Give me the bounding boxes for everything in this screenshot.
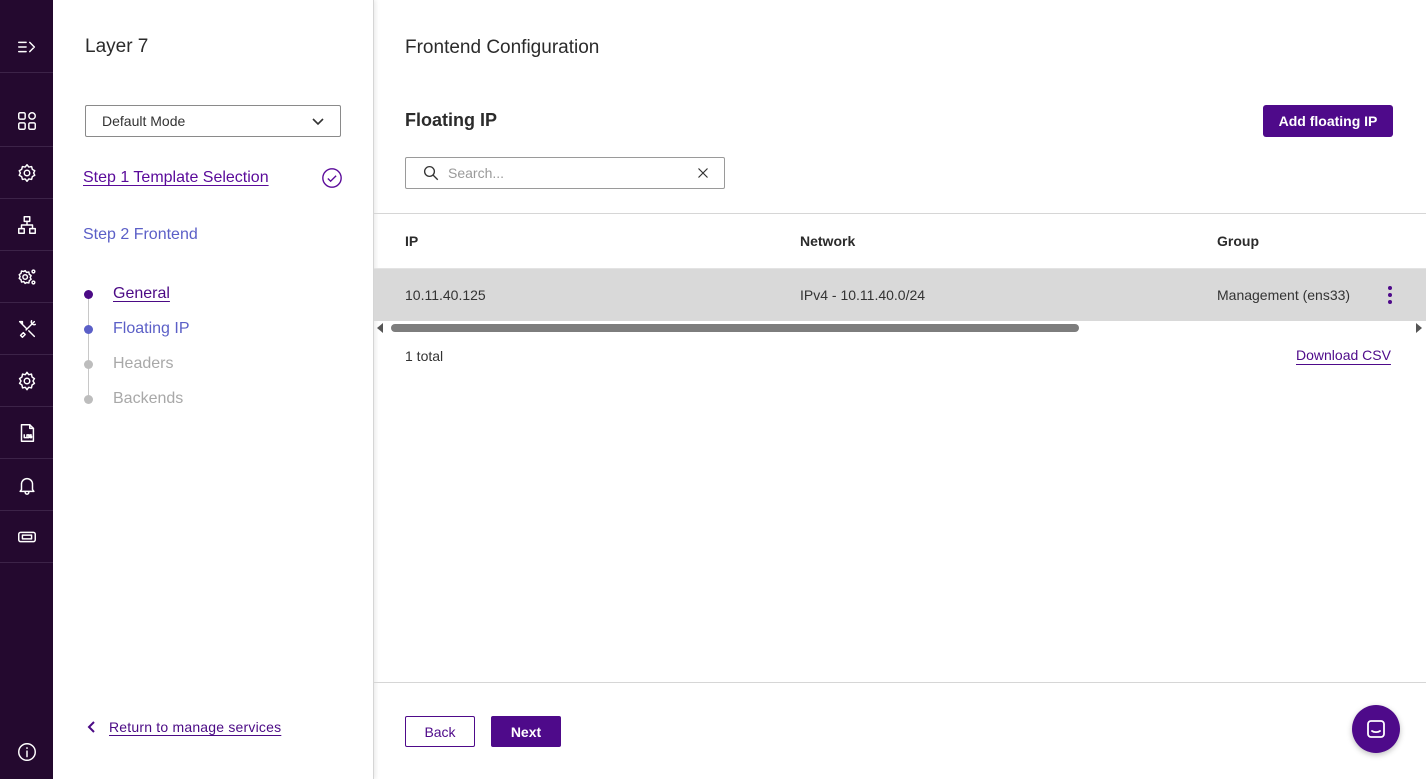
return-link-label: Return to manage services [109, 719, 282, 735]
network-icon[interactable] [0, 199, 53, 251]
bell-icon[interactable] [0, 459, 53, 511]
page-title: Frontend Configuration [405, 37, 600, 58]
mode-select-value: Default Mode [102, 113, 186, 129]
tools-icon[interactable] [0, 303, 53, 355]
horizontal-scrollbar[interactable] [374, 320, 1426, 336]
dashboard-icon[interactable] [0, 95, 53, 147]
main-content: Frontend Configuration Floating IP Add f… [374, 0, 1426, 779]
log-file-icon[interactable] [0, 407, 53, 459]
substep-general[interactable]: General [83, 284, 170, 304]
add-floating-ip-button[interactable]: Add floating IP [1263, 105, 1393, 137]
search-box [405, 157, 725, 189]
settings-advanced-icon[interactable] [0, 251, 53, 303]
download-csv-link[interactable]: Download CSV [1296, 347, 1391, 363]
wizard-footer: Back Next [374, 682, 1426, 779]
section-title: Floating IP [405, 110, 497, 130]
table-header: IP Network Group [374, 214, 1426, 269]
cell-network: IPv4 - 10.11.40.0/24 [800, 287, 926, 303]
column-header-group[interactable]: Group [1217, 233, 1259, 249]
substep-headers: Headers [83, 354, 173, 374]
substep-label: Floating IP [113, 320, 190, 337]
scroll-right-arrow-icon[interactable] [1416, 323, 1422, 333]
step-dot [84, 289, 93, 299]
return-to-services-link[interactable]: Return to manage services [85, 719, 281, 735]
icon-rail [0, 0, 53, 779]
next-button[interactable]: Next [491, 716, 561, 747]
substep-label: Backends [113, 390, 184, 407]
column-header-ip[interactable]: IP [405, 233, 418, 249]
ticket-icon[interactable] [0, 511, 53, 563]
chat-icon [1367, 720, 1385, 738]
scrollbar-thumb[interactable] [391, 324, 1079, 332]
table-row[interactable]: 10.11.40.125 IPv4 - 10.11.40.0/24 Manage… [374, 269, 1426, 321]
substep-backends: Backends [83, 389, 183, 409]
cell-group: Management (ens33) [1217, 287, 1351, 303]
step-2-label: Step 2 Frontend [83, 226, 198, 243]
cog-cloud-icon[interactable] [0, 147, 53, 199]
menu-expand-icon[interactable] [0, 21, 53, 73]
cell-ip: 10.11.40.125 [405, 287, 486, 303]
timeline-line [88, 294, 89, 399]
check-circle-icon [321, 167, 343, 189]
search-icon [423, 165, 439, 181]
step-1-link[interactable]: Step 1 Template Selection [83, 169, 269, 187]
gear-icon[interactable] [0, 355, 53, 407]
step-dot [84, 324, 93, 334]
wizard-title: Layer 7 [85, 36, 149, 57]
column-header-network[interactable]: Network [800, 233, 855, 249]
info-icon[interactable] [0, 726, 53, 778]
search-input[interactable] [448, 165, 694, 181]
scroll-left-arrow-icon[interactable] [377, 323, 383, 333]
row-actions-kebab-icon[interactable] [1382, 283, 1398, 307]
floating-ip-table: IP Network Group 10.11.40.125 IPv4 - 10.… [374, 213, 1426, 321]
substep-label: Headers [113, 355, 174, 372]
substep-floating-ip: Floating IP [83, 319, 189, 339]
clear-search-icon[interactable] [694, 164, 712, 182]
mode-select[interactable]: Default Mode [85, 105, 341, 137]
chat-launcher-button[interactable] [1352, 705, 1400, 753]
step-dot [84, 394, 93, 404]
step-dot [84, 359, 93, 369]
substep-label: General [113, 285, 170, 302]
chevron-down-icon [312, 118, 324, 126]
back-button[interactable]: Back [405, 716, 475, 747]
total-count: 1 total [405, 348, 444, 364]
chevron-left-icon [87, 721, 95, 733]
wizard-panel: Layer 7 Default Mode Step 1 Template Sel… [53, 0, 374, 779]
